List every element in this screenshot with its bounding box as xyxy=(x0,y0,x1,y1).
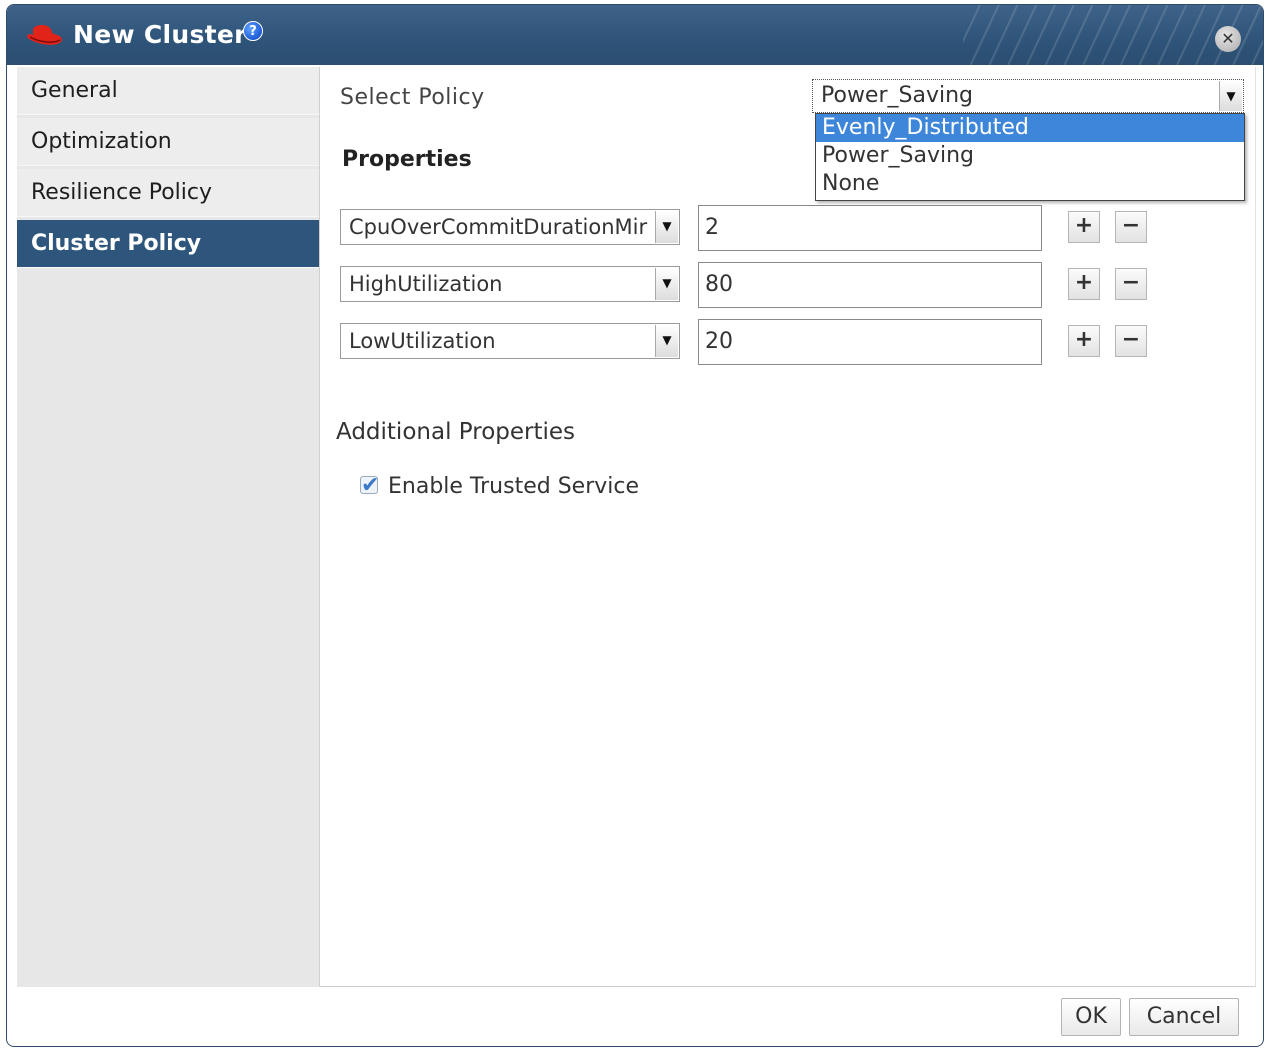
sidebar-item-cluster-policy[interactable]: Cluster Policy xyxy=(17,220,319,268)
ok-button[interactable]: OK xyxy=(1061,998,1121,1036)
redhat-logo-icon xyxy=(27,25,62,45)
property-row: CpuOverCommitDurationMir ▼ 2 + − xyxy=(340,205,1160,251)
dialog-title: New Cluster xyxy=(73,20,247,49)
property-value-input[interactable]: 20 xyxy=(698,319,1042,365)
property-row: LowUtilization ▼ 20 + − xyxy=(340,319,1160,365)
add-property-button[interactable]: + xyxy=(1068,325,1100,357)
add-property-button[interactable]: + xyxy=(1068,268,1100,300)
property-key-value: LowUtilization xyxy=(349,329,496,353)
policy-option-evenly-distributed[interactable]: Evenly_Distributed xyxy=(816,114,1244,142)
remove-property-button[interactable]: − xyxy=(1115,211,1147,243)
policy-option-power-saving[interactable]: Power_Saving xyxy=(816,142,1244,170)
property-row: HighUtilization ▼ 80 + − xyxy=(340,262,1160,308)
dialog-titlebar[interactable]: New Cluster ? ✕ xyxy=(7,5,1263,65)
checkmark-icon: ✔ xyxy=(361,473,380,498)
property-key-select[interactable]: HighUtilization ▼ xyxy=(340,266,680,302)
close-icon[interactable]: ✕ xyxy=(1215,26,1241,52)
chevron-down-icon[interactable]: ▼ xyxy=(655,325,678,357)
cluster-policy-panel: Select Policy Power_Saving ▼ Evenly_Dist… xyxy=(320,67,1256,987)
property-key-value: CpuOverCommitDurationMir xyxy=(349,215,648,239)
policy-select[interactable]: Power_Saving ▼ xyxy=(812,79,1244,113)
remove-property-button[interactable]: − xyxy=(1115,268,1147,300)
sidebar-item-resilience-policy[interactable]: Resilience Policy xyxy=(17,169,319,217)
properties-title: Properties xyxy=(342,147,472,172)
policy-dropdown-list: Evenly_Distributed Power_Saving None xyxy=(815,113,1245,201)
property-key-value: HighUtilization xyxy=(349,272,503,296)
property-key-select[interactable]: LowUtilization ▼ xyxy=(340,323,680,359)
chevron-down-icon[interactable]: ▼ xyxy=(655,268,678,300)
sidebar-item-optimization[interactable]: Optimization xyxy=(17,118,319,166)
trusted-service-checkbox[interactable]: ✔ xyxy=(360,473,379,498)
sidebar: General Optimization Resilience Policy C… xyxy=(17,67,320,987)
chevron-down-icon[interactable]: ▼ xyxy=(1219,81,1242,111)
chevron-down-icon[interactable]: ▼ xyxy=(655,211,678,243)
new-cluster-dialog: New Cluster ? ✕ General Optimization Res… xyxy=(6,4,1264,1047)
policy-option-none[interactable]: None xyxy=(816,170,1244,198)
property-value-input[interactable]: 2 xyxy=(698,205,1042,251)
policy-select-value: Power_Saving xyxy=(821,83,974,108)
add-property-button[interactable]: + xyxy=(1068,211,1100,243)
select-policy-label: Select Policy xyxy=(340,85,485,110)
trusted-service-label[interactable]: Enable Trusted Service xyxy=(388,474,639,499)
remove-property-button[interactable]: − xyxy=(1115,325,1147,357)
property-value-input[interactable]: 80 xyxy=(698,262,1042,308)
additional-properties-title: Additional Properties xyxy=(336,419,576,445)
sidebar-item-general[interactable]: General xyxy=(17,67,319,115)
property-key-select[interactable]: CpuOverCommitDurationMir ▼ xyxy=(340,209,680,245)
cancel-button[interactable]: Cancel xyxy=(1129,998,1239,1036)
question-mark-icon[interactable]: ? xyxy=(243,21,263,41)
